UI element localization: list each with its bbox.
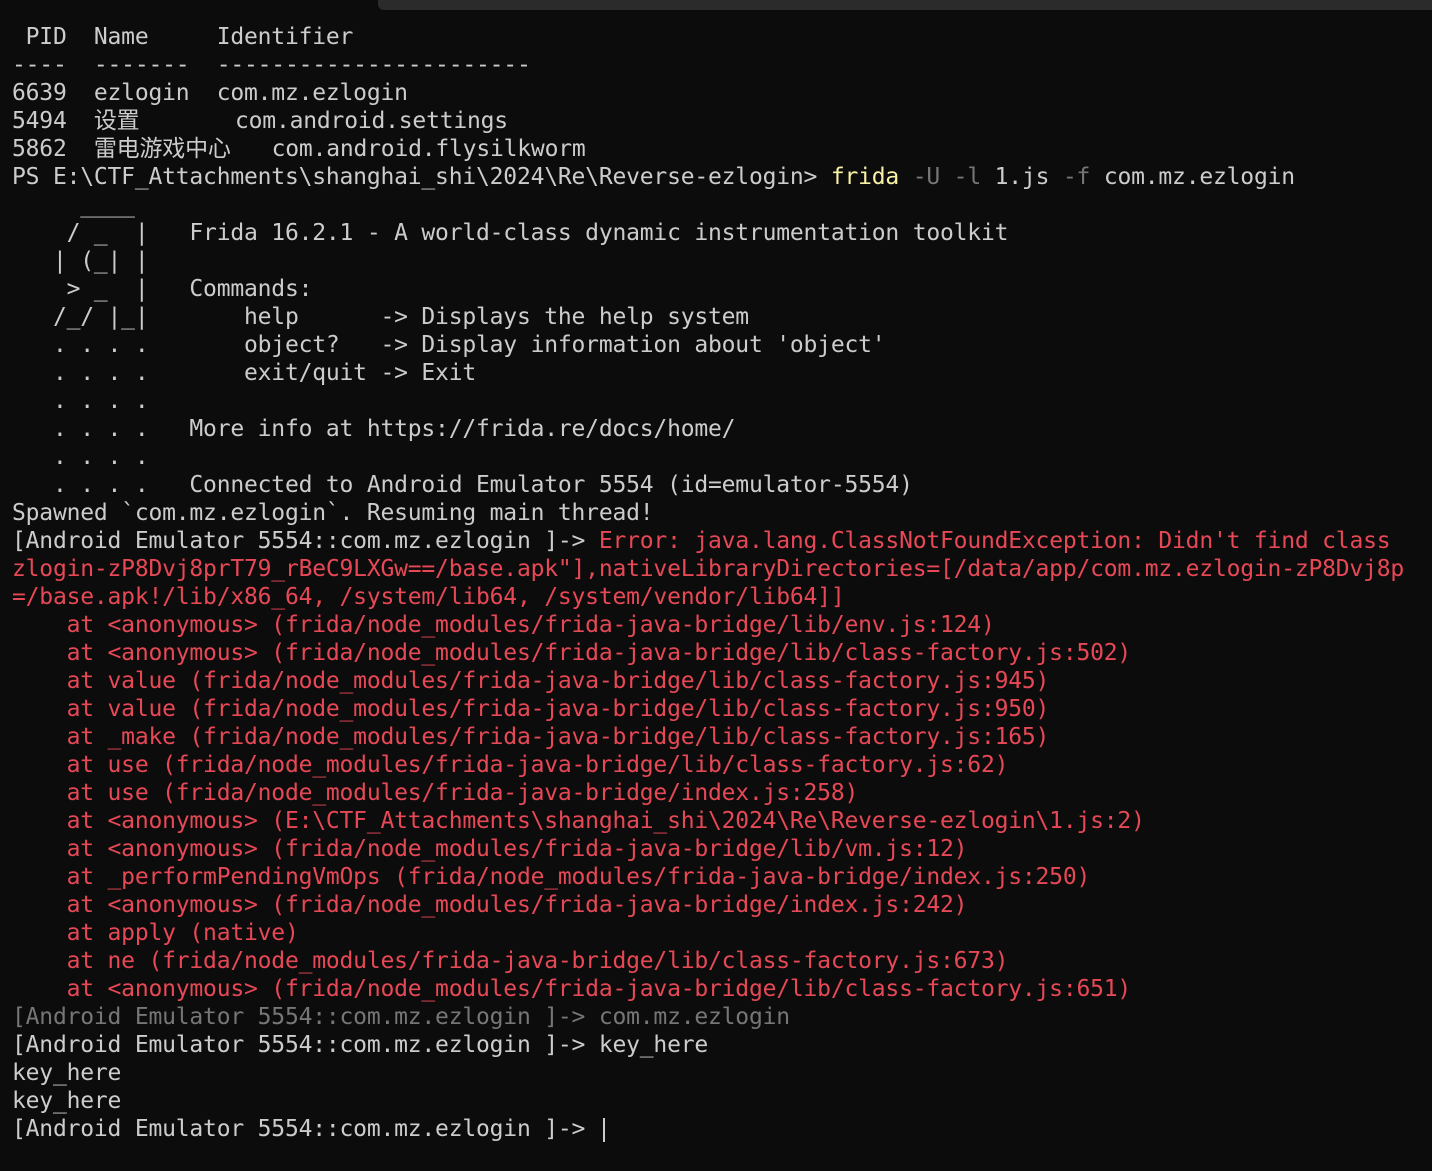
active-tab-edge[interactable]: [0, 0, 373, 10]
terminal-text-segment: . . . . exit/quit -> Exit: [12, 360, 477, 386]
terminal-line: . . . . Connected to Android Emulator 55…: [12, 471, 1432, 499]
terminal-text-segment: at use (frida/node_modules/frida-java-br…: [12, 780, 859, 806]
terminal-line: at value (frida/node_modules/frida-java-…: [12, 695, 1432, 723]
terminal-line: PID Name Identifier: [12, 23, 1432, 51]
terminal-text-segment: frida: [830, 164, 900, 190]
terminal-text-segment: at _performPendingVmOps (frida/node_modu…: [12, 864, 1091, 890]
terminal-line: [Android Emulator 5554::com.mz.ezlogin ]…: [12, 1003, 1432, 1031]
terminal-text-segment: com.mz.ezlogin: [1090, 164, 1295, 190]
terminal-line: ---- ------- -----------------------: [12, 51, 1432, 79]
terminal-line: at <anonymous> (frida/node_modules/frida…: [12, 835, 1432, 863]
terminal-line: at use (frida/node_modules/frida-java-br…: [12, 751, 1432, 779]
terminal-text-segment: . . . . More info at https://frida.re/do…: [12, 416, 736, 442]
terminal-text-segment: at <anonymous> (frida/node_modules/frida…: [12, 836, 968, 862]
terminal-text-segment: . . . .: [12, 388, 149, 414]
terminal-line: [Android Emulator 5554::com.mz.ezlogin ]…: [12, 527, 1432, 555]
terminal-text-segment: 1.js: [980, 164, 1063, 190]
terminal-text-segment: PS E:\CTF_Attachments\shanghai_shi\2024\…: [12, 164, 831, 190]
terminal-text-segment: at use (frida/node_modules/frida-java-br…: [12, 752, 1009, 778]
terminal-line: ____: [12, 191, 1432, 219]
terminal-text-segment: 5494 设置 com.android.settings: [12, 108, 508, 134]
terminal-line: / _ | Frida 16.2.1 - A world-class dynam…: [12, 219, 1432, 247]
tab-strip: [0, 0, 1432, 11]
terminal-line: . . . .: [12, 443, 1432, 471]
terminal-text-segment: at value (frida/node_modules/frida-java-…: [12, 668, 1050, 694]
terminal-text-segment: Spawned `com.mz.ezlogin`. Resuming main …: [12, 500, 654, 526]
terminal-text-segment: at <anonymous> (E:\CTF_Attachments\shang…: [12, 808, 1145, 834]
terminal-line: > _ | Commands:: [12, 275, 1432, 303]
terminal-text-segment: [Android Emulator 5554::com.mz.ezlogin ]…: [12, 1004, 790, 1030]
terminal-text-segment: key_here: [12, 1088, 122, 1114]
terminal-line: at <anonymous> (frida/node_modules/frida…: [12, 639, 1432, 667]
terminal-line: at _performPendingVmOps (frida/node_modu…: [12, 863, 1432, 891]
terminal-text-segment: key_here: [12, 1060, 122, 1086]
terminal-text-segment: . . . .: [12, 444, 149, 470]
terminal-line: at <anonymous> (E:\CTF_Attachments\shang…: [12, 807, 1432, 835]
terminal-line: at ne (frida/node_modules/frida-java-bri…: [12, 947, 1432, 975]
terminal-text-segment: -U -l: [899, 164, 981, 190]
terminal-text-segment: [Android Emulator 5554::com.mz.ezlogin ]…: [12, 528, 599, 554]
terminal-text-segment: 5862 雷电游戏中心 com.android.flysilkworm: [12, 136, 586, 162]
terminal-line: 5494 设置 com.android.settings: [12, 107, 1432, 135]
terminal-line: [Android Emulator 5554::com.mz.ezlogin ]…: [12, 1115, 1432, 1143]
terminal-line: key_here: [12, 1087, 1432, 1115]
terminal-text-segment: . . . . object? -> Display information a…: [12, 332, 886, 358]
terminal-text-segment: [Android Emulator 5554::com.mz.ezlogin ]…: [12, 1116, 599, 1142]
terminal-line: zlogin-zP8Dvj8prT79_rBeC9LXGw==/base.apk…: [12, 555, 1432, 583]
terminal-text-segment: at value (frida/node_modules/frida-java-…: [12, 696, 1050, 722]
terminal-text-segment: zlogin-zP8Dvj8prT79_rBeC9LXGw==/base.apk…: [12, 556, 1405, 582]
terminal-text-segment: / _ | Frida 16.2.1 - A world-class dynam…: [12, 220, 1009, 246]
terminal-line: at value (frida/node_modules/frida-java-…: [12, 667, 1432, 695]
terminal-line: . . . . More info at https://frida.re/do…: [12, 415, 1432, 443]
text-cursor: [602, 1117, 605, 1142]
terminal-line: 5862 雷电游戏中心 com.android.flysilkworm: [12, 135, 1432, 163]
terminal-text-segment: =/base.apk!/lib/x86_64, /system/lib64, /…: [12, 584, 845, 610]
terminal-text-segment: at <anonymous> (frida/node_modules/frida…: [12, 612, 995, 638]
terminal-text-segment: at <anonymous> (frida/node_modules/frida…: [12, 640, 1132, 666]
terminal-text-segment: ---- ------- -----------------------: [12, 52, 531, 78]
terminal-line: at apply (native): [12, 919, 1432, 947]
terminal-line: at use (frida/node_modules/frida-java-br…: [12, 779, 1432, 807]
terminal-text-segment: at apply (native): [12, 920, 299, 946]
terminal-line: | (_| |: [12, 247, 1432, 275]
terminal-text-segment: -f: [1062, 164, 1091, 190]
terminal-text-segment: at <anonymous> (frida/node_modules/frida…: [12, 976, 1132, 1002]
terminal-line: . . . .: [12, 387, 1432, 415]
terminal-text-segment: Error: java.lang.ClassNotFoundException:…: [598, 528, 1391, 554]
terminal-line: . . . . exit/quit -> Exit: [12, 359, 1432, 387]
terminal-output[interactable]: PID Name Identifier ---- ------- --------…: [12, 23, 1432, 1171]
terminal-line: at <anonymous> (frida/node_modules/frida…: [12, 975, 1432, 1003]
terminal-text-segment: /_/ |_| help -> Displays the help system: [12, 304, 749, 330]
terminal-line: . . . . object? -> Display information a…: [12, 331, 1432, 359]
terminal-line: at <anonymous> (frida/node_modules/frida…: [12, 611, 1432, 639]
terminal-line: PS E:\CTF_Attachments\shanghai_shi\2024\…: [12, 163, 1432, 191]
tab-bar-background: [378, 0, 1432, 10]
terminal-text-segment: . . . . Connected to Android Emulator 55…: [12, 472, 913, 498]
terminal-text-segment: 6639 ezlogin com.mz.ezlogin: [12, 80, 408, 106]
terminal-text-segment: > _ | Commands:: [12, 276, 313, 302]
terminal-line: at _make (frida/node_modules/frida-java-…: [12, 723, 1432, 751]
terminal-text-segment: [Android Emulator 5554::com.mz.ezlogin ]…: [12, 1032, 709, 1058]
terminal-line: 6639 ezlogin com.mz.ezlogin: [12, 79, 1432, 107]
terminal-text-segment: PID Name Identifier: [12, 24, 354, 50]
terminal-text-segment: at ne (frida/node_modules/frida-java-bri…: [12, 948, 1009, 974]
terminal-line: =/base.apk!/lib/x86_64, /system/lib64, /…: [12, 583, 1432, 611]
terminal-text-segment: at <anonymous> (frida/node_modules/frida…: [12, 892, 968, 918]
terminal-line: /_/ |_| help -> Displays the help system: [12, 303, 1432, 331]
terminal-text-segment: | (_| |: [12, 248, 149, 274]
terminal-line: key_here: [12, 1059, 1432, 1087]
terminal-line: Spawned `com.mz.ezlogin`. Resuming main …: [12, 499, 1432, 527]
terminal-line: [Android Emulator 5554::com.mz.ezlogin ]…: [12, 1031, 1432, 1059]
terminal-line: at <anonymous> (frida/node_modules/frida…: [12, 891, 1432, 919]
terminal-text-segment: at _make (frida/node_modules/frida-java-…: [12, 724, 1050, 750]
terminal-text-segment: ____: [12, 192, 135, 218]
